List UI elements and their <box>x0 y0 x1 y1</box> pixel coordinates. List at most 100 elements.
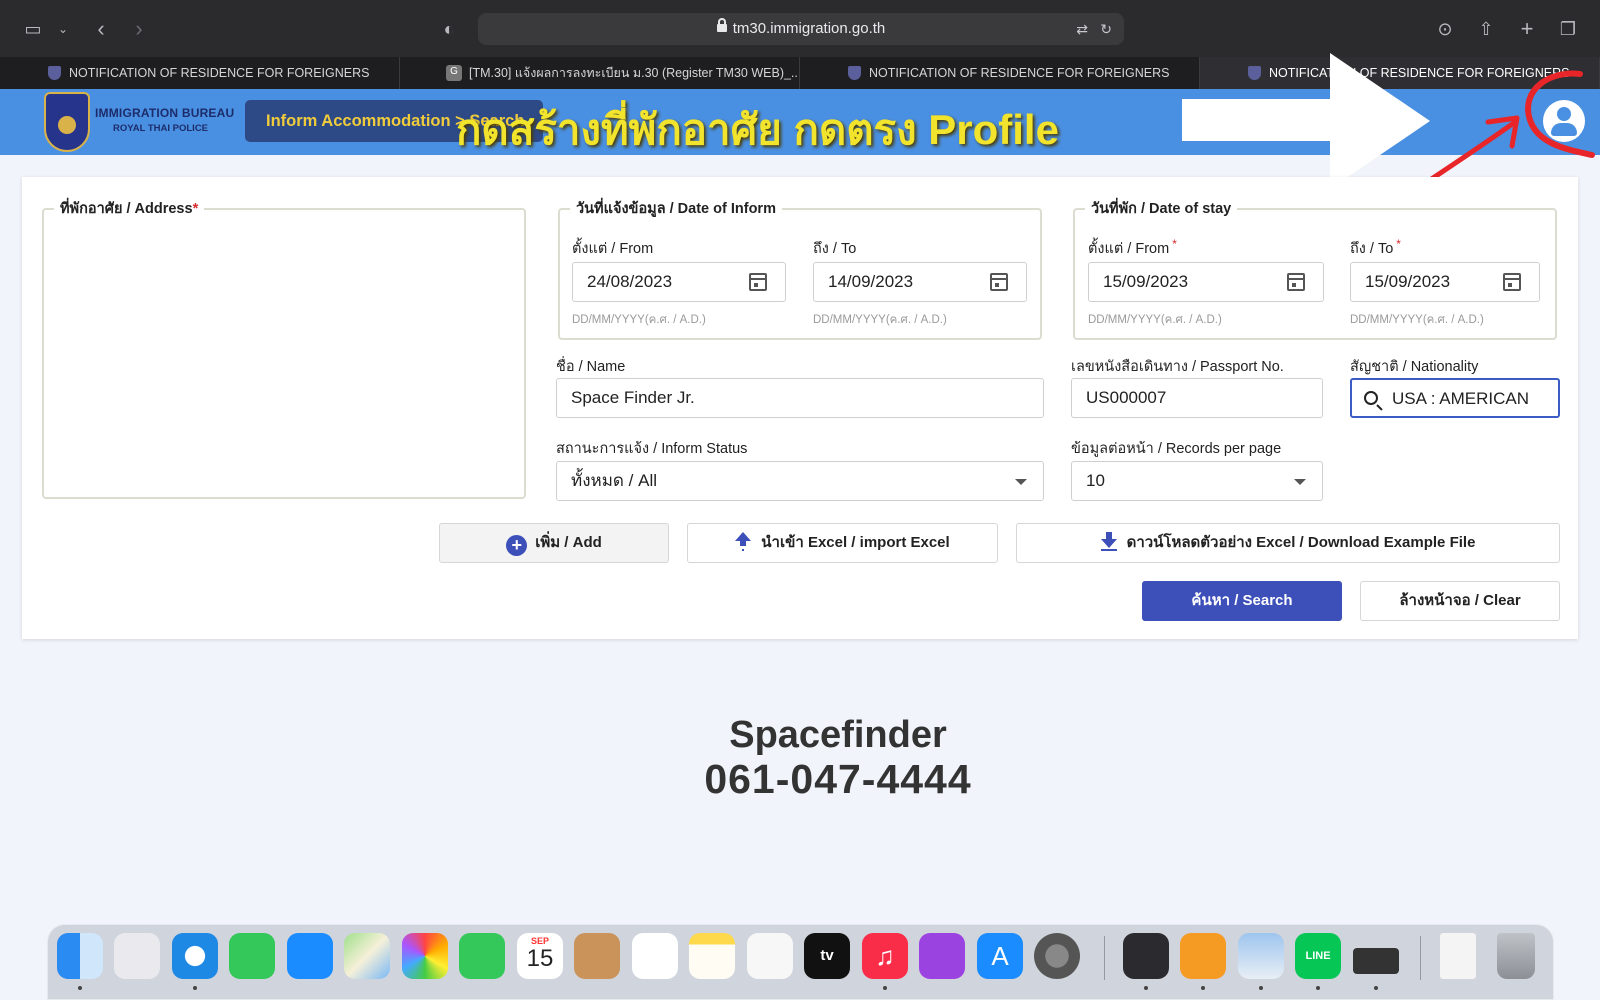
inform-status-select[interactable]: ทั้งหมด / All <box>556 461 1044 501</box>
stay-from-input[interactable]: 15/09/2023 <box>1088 262 1324 302</box>
forward-icon[interactable]: › <box>126 16 152 42</box>
tab-overview-icon[interactable]: ❐ <box>1555 16 1581 42</box>
launchpad-icon[interactable] <box>114 933 160 979</box>
running-indicator <box>1201 986 1205 990</box>
safari-icon[interactable] <box>172 933 218 979</box>
contacts-icon[interactable] <box>574 933 620 979</box>
inform-to-input[interactable]: 14/09/2023 <box>813 262 1027 302</box>
calendar-icon[interactable] <box>749 273 767 291</box>
url-text: tm30.immigration.go.th <box>732 20 886 37</box>
clear-button[interactable]: ล้างหน้าจอ / Clear <box>1360 581 1560 621</box>
translate-icon[interactable]: ⇄ <box>1076 13 1088 45</box>
stay-to-label: ถึง / To <box>1350 241 1394 257</box>
calendar-icon[interactable] <box>990 273 1008 291</box>
pointer-arrow-shaft <box>1182 99 1332 141</box>
address-group[interactable]: ที่พักอาศัย / Address* <box>42 197 526 499</box>
reminders-icon[interactable] <box>632 933 678 979</box>
freeform-icon[interactable] <box>747 933 793 979</box>
pages-icon[interactable] <box>1180 933 1226 979</box>
running-indicator <box>78 986 82 990</box>
line-icon[interactable]: LINE <box>1295 933 1341 979</box>
dock-separator <box>1420 936 1421 980</box>
inform-from-label: ตั้งแต่ / From <box>572 241 654 257</box>
chevron-down-icon[interactable]: ⌄ <box>50 16 76 42</box>
passport-input[interactable]: US000007 <box>1071 378 1323 418</box>
add-button[interactable]: + เพิ่ม / Add <box>439 523 669 563</box>
sidebar-toggle-icon[interactable]: ▭ <box>20 16 46 42</box>
inform-legend: วันที่แจ้งข้อมูล / Date of Inform <box>576 201 776 217</box>
shield-favicon-icon <box>1248 66 1261 80</box>
calendar-day: 15 <box>526 945 554 972</box>
police-seal-logo <box>44 92 90 152</box>
calendar-icon[interactable] <box>1287 273 1305 291</box>
search-icon <box>1364 391 1378 405</box>
tab-3[interactable]: NOTIFICATION OF RESIDENCE FOR FOREIGNERS <box>800 57 1200 89</box>
required-mark: * <box>1396 237 1401 251</box>
g-favicon-icon: G <box>446 65 462 81</box>
photos-icon[interactable] <box>402 933 448 979</box>
stay-legend: วันที่พัก / Date of stay <box>1091 201 1232 217</box>
tab-1[interactable]: NOTIFICATION OF RESIDENCE FOR FOREIGNERS <box>0 57 400 89</box>
plus-circle-icon: + <box>506 535 528 556</box>
trash-icon[interactable] <box>1497 933 1535 979</box>
running-indicator <box>1374 986 1378 990</box>
calendar-icon[interactable]: SEP 15 <box>517 933 563 979</box>
pointer-arrow-head <box>1330 53 1430 189</box>
records-per-page-select[interactable]: 10 <box>1071 461 1323 501</box>
import-excel-button[interactable]: นำเข้า Excel / import Excel <box>687 523 998 563</box>
nationality-search-input[interactable]: USA : AMERICAN <box>1350 378 1560 418</box>
finder-icon[interactable] <box>57 933 103 979</box>
running-indicator <box>1259 986 1263 990</box>
tab-2[interactable]: G [TM.30] แจ้งผลการลงทะเบียน ม.30 (Regist… <box>400 57 800 89</box>
calendar-icon[interactable] <box>1503 273 1521 291</box>
dock-separator <box>1104 936 1105 980</box>
dropdown-caret-icon <box>1015 479 1027 485</box>
running-indicator <box>1316 986 1320 990</box>
shield-favicon-icon <box>48 66 61 80</box>
download-example-button[interactable]: ดาวน์โหลดตัวอย่าง Excel / Download Examp… <box>1016 523 1560 563</box>
screen-recorder-icon[interactable] <box>1123 933 1169 979</box>
apple-tv-icon[interactable]: tv <box>804 933 850 979</box>
printer-icon[interactable] <box>1353 948 1399 974</box>
facetime-icon[interactable] <box>459 933 505 979</box>
document-icon[interactable] <box>1440 933 1476 979</box>
nationality-label: สัญชาติ / Nationality <box>1350 359 1479 375</box>
passport-label: เลขหนังสือเดินทาง / Passport No. <box>1071 359 1284 375</box>
new-tab-icon[interactable]: + <box>1514 16 1540 42</box>
music-icon[interactable]: ♫ <box>862 933 908 979</box>
back-icon[interactable]: ‹ <box>88 16 114 42</box>
reload-icon[interactable]: ↻ <box>1100 13 1112 45</box>
date-format-hint: DD/MM/YYYY(ค.ศ. / A.D.) <box>1088 314 1222 326</box>
overlay-instruction-text: กดสร้างที่พักอาศัย กดตรง Profile <box>456 106 1059 153</box>
maps-icon[interactable] <box>344 933 390 979</box>
date-format-hint: DD/MM/YYYY(ค.ศ. / A.D.) <box>813 314 947 326</box>
inform-from-input[interactable]: 24/08/2023 <box>572 262 786 302</box>
upload-icon <box>735 532 752 550</box>
red-annotation-circle <box>1427 70 1595 183</box>
stay-from-label: ตั้งแต่ / From <box>1088 241 1170 257</box>
brand-title: IMMIGRATION BUREAU <box>95 106 235 120</box>
watermark-phone: 061-047-4444 <box>704 756 972 802</box>
browser-toolbar: ▭ ⌄ ‹ › ◐ tm30.immigration.go.th ⇄ ↻ ⊙ ⇧… <box>0 0 1600 57</box>
running-indicator <box>1144 986 1148 990</box>
date-format-hint: DD/MM/YYYY(ค.ศ. / A.D.) <box>572 314 706 326</box>
name-input[interactable]: Space Finder Jr. <box>556 378 1044 418</box>
stay-to-input[interactable]: 15/09/2023 <box>1350 262 1540 302</box>
watermark-name: Spacefinder <box>729 714 947 756</box>
preview-icon[interactable] <box>1238 933 1284 979</box>
dropdown-caret-icon <box>1294 479 1306 485</box>
shield-privacy-icon[interactable]: ◐ <box>436 16 462 42</box>
podcasts-icon[interactable] <box>919 933 965 979</box>
records-per-page-label: ข้อมูลต่อหน้า / Records per page <box>1071 441 1282 457</box>
download-icon[interactable]: ⊙ <box>1432 16 1458 42</box>
required-mark: * <box>1172 237 1177 251</box>
search-button[interactable]: ค้นหา / Search <box>1142 581 1342 621</box>
address-bar[interactable]: tm30.immigration.go.th ⇄ ↻ <box>478 13 1124 45</box>
messages-icon[interactable] <box>229 933 275 979</box>
mail-icon[interactable] <box>287 933 333 979</box>
share-icon[interactable]: ⇧ <box>1473 16 1499 42</box>
download-file-icon <box>1100 532 1117 551</box>
system-settings-icon[interactable] <box>1034 933 1080 979</box>
app-store-icon[interactable]: A <box>977 933 1023 979</box>
notes-icon[interactable] <box>689 933 735 979</box>
